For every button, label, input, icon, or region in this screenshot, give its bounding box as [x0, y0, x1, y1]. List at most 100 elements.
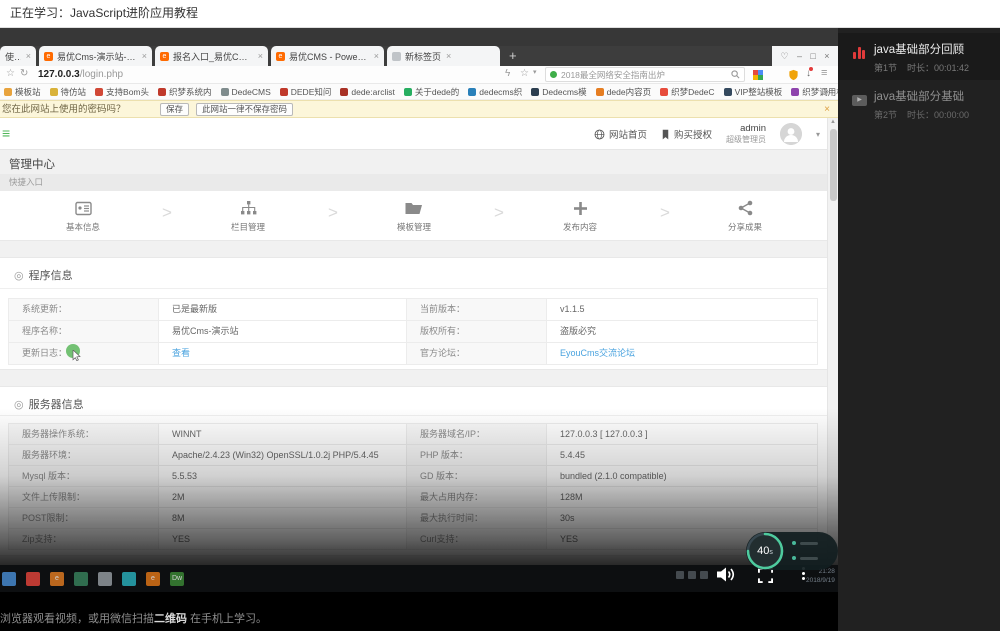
row-value[interactable]: 查看: [159, 343, 407, 364]
skip-badge[interactable]: 40s: [748, 534, 782, 568]
video-player[interactable]: 使用过 × e 易优Cms-演示站-易优CMS企业 × e 报名入口_易优Cms…: [0, 28, 838, 602]
bookmark-item[interactable]: 关于dede的: [404, 86, 459, 98]
browser-tab-partial[interactable]: 使用过 ×: [0, 46, 36, 66]
tray-icon: [676, 571, 684, 579]
row-value[interactable]: 易优Cms-演示站: [159, 321, 407, 342]
site-home-link[interactable]: 网站首页: [594, 127, 647, 141]
lightning-icon[interactable]: ϟ: [505, 68, 510, 79]
tray-icon: [700, 571, 708, 579]
address-bar[interactable]: 127.0.0.3/login.php: [38, 69, 123, 80]
bookmark-item[interactable]: 织梦系统内: [158, 86, 212, 98]
url-path: /login.php: [80, 69, 123, 80]
progress-ring-icon: [746, 532, 784, 570]
bookmarks-overflow-icon[interactable]: »: [824, 86, 829, 96]
apps-grid-icon[interactable]: [753, 70, 763, 80]
recorded-taskbar: e e Dw: [0, 565, 838, 592]
browser-tab[interactable]: e 易优CMS - Powered by Eyoucms ×: [271, 46, 384, 66]
bookmark-favicon: [596, 88, 604, 96]
step-basic-info[interactable]: 基本信息: [23, 198, 143, 233]
row-label: 更新日志：: [9, 343, 159, 364]
row-value[interactable]: v1.1.5: [547, 299, 817, 320]
favorite-window-icon[interactable]: ♡: [780, 51, 788, 62]
search-icon[interactable]: [731, 70, 740, 79]
close-window-icon[interactable]: ×: [824, 51, 829, 61]
password-bar-message: 您在此网站上使用的密码吗？: [2, 102, 126, 118]
program-info-panel: ◎程序信息 系统更新： 已是最新版 当前版本： v1.1.5 程序名称： 易优C…: [0, 257, 828, 370]
bookmark-item[interactable]: Dedecms模: [531, 86, 586, 98]
scrollbar-thumb[interactable]: [830, 129, 837, 201]
tab-favicon: e: [44, 52, 53, 61]
menu-icon[interactable]: ≡: [821, 67, 827, 79]
avatar[interactable]: [780, 123, 802, 145]
bookmark-star-icon[interactable]: ☆: [6, 68, 15, 79]
tab-label: 新标签页: [405, 50, 441, 63]
id-card-icon: [23, 198, 143, 218]
admin-header: ≡ 网站首页 购买授权 admin 超级管理员 ▾: [0, 118, 828, 150]
scroll-up-icon[interactable]: ▲: [830, 119, 836, 125]
new-tab-button[interactable]: +: [509, 46, 517, 66]
sidebar-toggle-icon[interactable]: ≡: [2, 126, 10, 140]
row-value[interactable]: 盗版必究: [547, 321, 817, 342]
bookmark-item[interactable]: 织梦调用相: [791, 86, 838, 98]
step-category-manage[interactable]: 栏目管理: [188, 198, 308, 233]
chevron-down-icon[interactable]: ▾: [533, 68, 537, 76]
bookmark-item[interactable]: dede:arclist: [340, 87, 394, 97]
bookmark-item[interactable]: 织梦DedeC: [660, 86, 714, 98]
plus-icon: [520, 198, 640, 218]
skip-widget[interactable]: 40s: [746, 532, 838, 570]
tab-close-icon[interactable]: ×: [374, 51, 379, 61]
bookmark-item[interactable]: DedeCMS: [221, 87, 271, 97]
chapter-item-current[interactable]: java基础部分回顾 第1节 时长：00:01:42: [838, 33, 1000, 80]
browser-tab[interactable]: e 报名入口_易优Cms-演示站 ×: [155, 46, 268, 66]
reload-icon[interactable]: ↻: [20, 68, 28, 79]
user-info[interactable]: admin 超级管理员: [726, 124, 766, 144]
table-row: 程序名称： 易优Cms-演示站 版权所有： 盗版必究: [9, 321, 817, 343]
chapter-item[interactable]: ▶ java基础部分基础 第2节 时长：00:00:00: [838, 80, 1000, 127]
tab-label: 易优Cms-演示站-易优CMS企业: [57, 50, 137, 63]
bookmark-item[interactable]: DEDE知问: [280, 86, 332, 98]
bookmark-item[interactable]: VIP整站模板: [724, 86, 783, 98]
tab-close-icon[interactable]: ×: [446, 51, 451, 61]
never-save-password-button[interactable]: 此网站一律不保存密码: [196, 103, 293, 116]
step-label: 模板管理: [354, 221, 474, 233]
skip-option[interactable]: [792, 541, 818, 545]
section-bullet-icon: ◎: [14, 270, 24, 282]
tab-close-icon[interactable]: ×: [258, 51, 263, 61]
bookmark-item[interactable]: dede内容页: [596, 86, 651, 98]
bookmark-item[interactable]: dedecms织: [468, 86, 522, 98]
step-share-results[interactable]: 分享成果: [685, 198, 805, 233]
bookmark-favicon: [95, 88, 103, 96]
tab-close-icon[interactable]: ×: [26, 51, 31, 61]
volume-icon[interactable]: [716, 566, 738, 583]
maximize-icon[interactable]: □: [810, 51, 815, 61]
quick-entry-header: 快捷入口: [0, 174, 828, 191]
tab-close-icon[interactable]: ×: [142, 51, 147, 61]
save-password-button[interactable]: 保存: [160, 103, 189, 116]
row-value[interactable]: 已是最新版: [159, 299, 407, 320]
minimize-icon[interactable]: –: [797, 51, 802, 61]
tab-favicon: [392, 52, 401, 61]
security-shield-icon[interactable]: [788, 69, 799, 81]
browser-tab[interactable]: 新标签页 ×: [387, 46, 500, 66]
browser-tab[interactable]: e 易优Cms-演示站-易优CMS企业 ×: [39, 46, 152, 66]
fullscreen-icon[interactable]: [758, 568, 773, 583]
bookmark-item[interactable]: 待仿站: [50, 86, 87, 98]
favorites-star-icon[interactable]: ☆: [520, 68, 529, 79]
browser-search-box[interactable]: 2018最全网络安全指南出炉: [545, 67, 745, 82]
row-value[interactable]: EyouCms交流论坛: [547, 343, 817, 364]
step-template-manage[interactable]: 模板管理: [354, 198, 474, 233]
skip-option[interactable]: [792, 556, 818, 560]
search-engine-logo-icon: [550, 71, 557, 78]
step-label: 分享成果: [685, 221, 805, 233]
bookmark-item[interactable]: 模板站: [4, 86, 41, 98]
download-icon[interactable]: ↓: [806, 68, 811, 79]
bookmark-favicon: [280, 88, 288, 96]
close-bar-icon[interactable]: ×: [824, 102, 830, 118]
taskbar-app-icon: e: [146, 572, 160, 586]
user-caret-icon[interactable]: ▾: [816, 130, 820, 139]
buy-license-link[interactable]: 购买授权: [661, 127, 712, 141]
window-controls: ♡ – □ ×: [772, 46, 838, 66]
step-publish-content[interactable]: 发布内容: [520, 198, 640, 233]
bookmark-item[interactable]: 支持Bom头: [95, 86, 149, 98]
bookmark-favicon: [468, 88, 476, 96]
